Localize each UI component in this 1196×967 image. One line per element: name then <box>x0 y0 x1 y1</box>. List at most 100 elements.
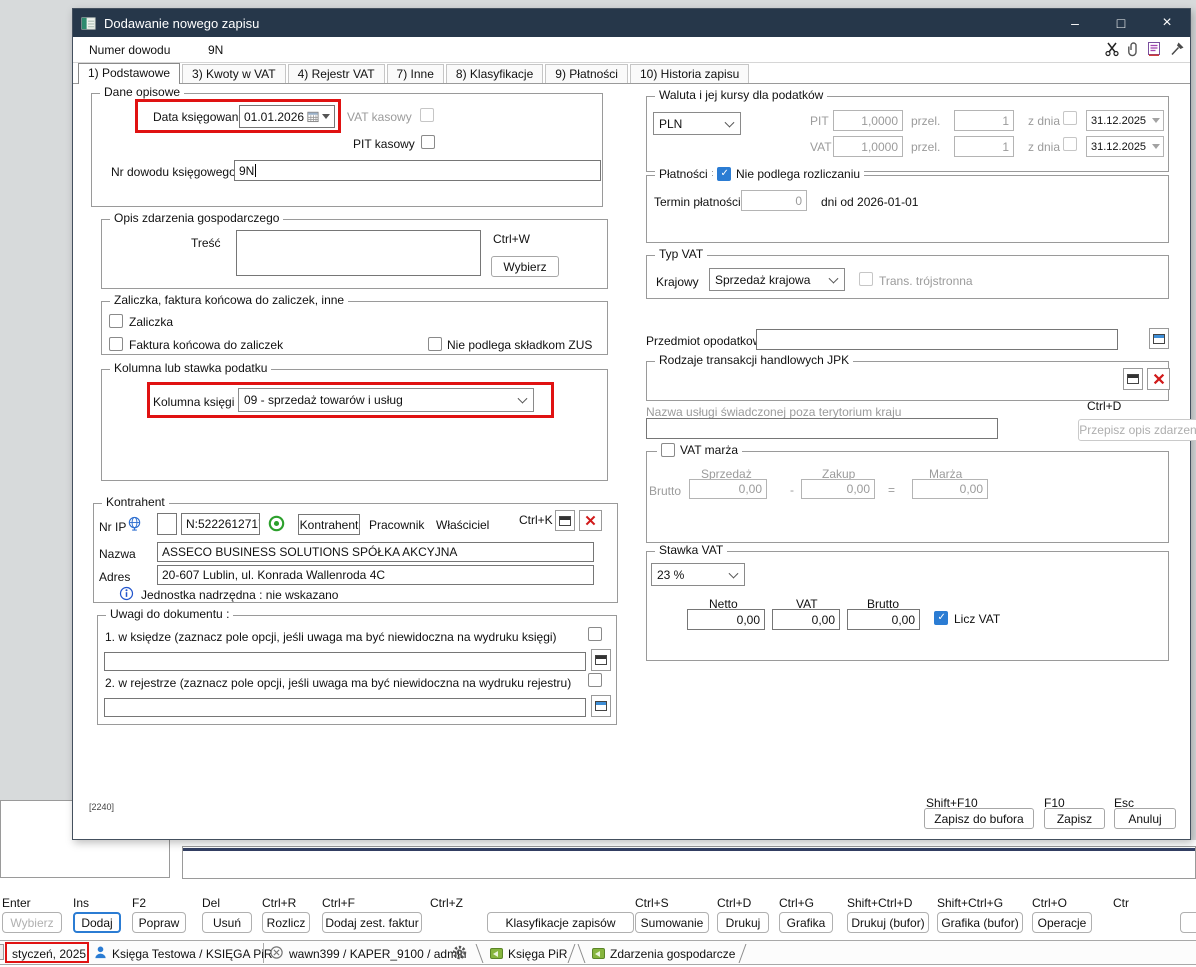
paperclip-icon[interactable] <box>1126 41 1144 59</box>
vat-marza-checkbox[interactable] <box>661 443 675 457</box>
termin-platnosci-input: 0 <box>741 190 807 211</box>
uwaga-rejestr-checkbox[interactable] <box>588 673 602 687</box>
typ-vat-select[interactable]: Sprzedaż krajowa <box>709 268 845 291</box>
red-x-icon <box>584 514 597 527</box>
uwaga-ksiega-input[interactable] <box>104 652 586 671</box>
user-indicator[interactable]: wawn399 / KAPER_9100 / admin <box>289 947 466 961</box>
adres-input[interactable]: 20-607 Lublin, ul. Konrada Wallenroda 4C <box>157 565 594 585</box>
vat-date-value: 31.12.2025 <box>1091 141 1146 153</box>
operacje-button[interactable]: Operacje <box>1032 912 1092 933</box>
przedmiot-lookup-button[interactable] <box>1149 328 1169 349</box>
tab-rejestr-vat[interactable]: 4) Rejestr VAT <box>288 64 385 83</box>
dodaj-zest-faktur-button[interactable]: Dodaj zest. faktur <box>322 912 422 933</box>
close-button[interactable]: × <box>1144 9 1190 37</box>
zaliczka-checkbox[interactable] <box>109 314 123 328</box>
dialog-dodawanie-zapisu: Dodawanie nowego zapisu – □ × Numer dowo… <box>72 8 1191 840</box>
usun-button[interactable]: Usuń <box>202 912 252 933</box>
period-indicator[interactable]: styczeń, 2025 <box>12 947 86 961</box>
tab-historia-zapisu[interactable]: 10) Historia zapisu <box>630 64 749 83</box>
group-title: Opis zdarzenia gospodarczego <box>110 211 283 225</box>
waluta-select[interactable]: PLN <box>653 112 741 135</box>
tab-inne[interactable]: 7) Inne <box>387 64 444 83</box>
company-indicator[interactable]: Księga Testowa / KSIĘGA PiR <box>112 947 273 961</box>
rozlicz-button[interactable]: Rozlicz <box>262 912 310 933</box>
nazwa-uslugi-input[interactable] <box>646 418 998 439</box>
notes-icon[interactable] <box>1146 41 1164 59</box>
kontrahent-clear-button[interactable] <box>579 510 602 531</box>
przedmiot-input[interactable] <box>756 329 1118 350</box>
nie-podlega-checkbox[interactable] <box>717 167 731 181</box>
uwaga-ksiega-lookup-button[interactable] <box>591 649 611 671</box>
anuluj-button[interactable]: Anuluj <box>1114 808 1176 829</box>
status-tab-ksiega-pir[interactable]: Księga PiR <box>508 947 567 961</box>
pit-date-checkbox <box>1063 111 1077 125</box>
tab-klasyfikacje[interactable]: 8) Klasyfikacje <box>446 64 543 83</box>
doc-icon <box>0 944 4 960</box>
dropdown-arrow-icon[interactable] <box>322 114 330 119</box>
z-dnia-label: z dnia <box>1028 140 1060 154</box>
zapisz-button[interactable]: Zapisz <box>1044 808 1105 829</box>
nazwa-value: ASSECO BUSINESS SOLUTIONS SPÓŁKA AKCYJNA <box>162 545 457 559</box>
tresc-textarea[interactable] <box>236 230 481 276</box>
marza-marza-input: 0,00 <box>912 479 988 499</box>
jpk-clear-button[interactable] <box>1147 368 1170 390</box>
drukuj-button[interactable]: Drukuj <box>717 912 769 933</box>
wlasciciel-toggle[interactable]: Właściciel <box>436 518 489 532</box>
window-icon <box>559 516 571 526</box>
screen: Dodawanie nowego zapisu – □ × Numer dowo… <box>0 0 1196 967</box>
group-title: Zaliczka, faktura końcowa do zaliczek, i… <box>110 293 348 307</box>
klasyfikacje-zapisow-button[interactable]: Klasyfikacje zapisów <box>487 912 634 933</box>
przepisz-opis-button: Przepisz opis zdarzenia gosp. <box>1078 419 1196 441</box>
nie-podlega-zus-checkbox[interactable] <box>428 337 442 351</box>
grafika-button[interactable]: Grafika <box>779 912 833 933</box>
dodaj-button[interactable]: Dodaj <box>73 912 121 933</box>
nr-dowodu-input[interactable]: 9N <box>234 160 601 181</box>
pin-icon[interactable] <box>1169 41 1187 59</box>
jpk-lookup-button[interactable] <box>1123 368 1143 390</box>
tab-podstawowe[interactable]: 1) Podstawowe <box>78 63 180 84</box>
kontrahent-lookup-button[interactable] <box>555 510 575 531</box>
vat-mult-input: 1 <box>954 136 1014 157</box>
tab-divider <box>739 944 747 963</box>
gear-icon[interactable] <box>451 944 468 964</box>
uwaga-rejestr-input[interactable] <box>104 698 586 717</box>
maximize-button[interactable]: □ <box>1098 9 1144 37</box>
ctrl-w-shortcut: Ctrl+W <box>493 232 530 246</box>
partial-button[interactable] <box>1180 912 1196 933</box>
chevron-down-icon <box>729 568 739 578</box>
kolumna-ksiegi-select[interactable]: 09 - sprzedaż towarów i usług <box>238 388 534 412</box>
tab-platnosci[interactable]: 9) Płatności <box>545 64 628 83</box>
pit-rate-input: 1,0000 <box>833 110 903 131</box>
data-ksiegowania-field[interactable]: 01.01.2026 <box>239 105 335 128</box>
sumowanie-button[interactable]: Sumowanie <box>635 912 709 933</box>
grafika-bufor-button[interactable]: Grafika (bufor) <box>937 912 1023 933</box>
nr-ip-label: Nr IP <box>99 520 126 534</box>
licz-vat-checkbox[interactable] <box>934 611 948 625</box>
nip-input[interactable]: N:5222612717 <box>181 513 260 535</box>
cut-icon[interactable] <box>1104 41 1122 59</box>
chevron-down-icon <box>518 394 528 404</box>
faktura-koncowa-checkbox[interactable] <box>109 337 123 351</box>
minimize-button[interactable]: – <box>1052 9 1098 37</box>
zapisz-do-bufora-button[interactable]: Zapisz do bufora <box>924 808 1034 829</box>
pracownik-toggle[interactable]: Pracownik <box>369 518 424 532</box>
vat-input[interactable]: 0,00 <box>772 609 840 630</box>
uwaga-ksiega-checkbox[interactable] <box>588 627 602 641</box>
vat-kasowy-label: VAT kasowy <box>347 110 412 124</box>
nr-ip-prefix-input[interactable] <box>157 513 177 535</box>
drukuj-bufor-button[interactable]: Drukuj (bufor) <box>847 912 929 933</box>
uwaga-rejestr-lookup-button[interactable] <box>591 695 611 717</box>
tab-kwoty-w-vat[interactable]: 3) Kwoty w VAT <box>182 64 286 83</box>
status-tab-zdarzenia[interactable]: Zdarzenia gospodarcze <box>610 947 735 961</box>
vat-label: VAT <box>810 140 832 154</box>
netto-input[interactable]: 0,00 <box>687 609 765 630</box>
brutto-input[interactable]: 0,00 <box>847 609 920 630</box>
group-title: Płatności <box>655 167 712 181</box>
globe-icon[interactable] <box>127 516 142 534</box>
pit-kasowy-checkbox[interactable] <box>421 135 435 149</box>
wybierz-tresc-button[interactable]: Wybierz <box>491 256 559 277</box>
nazwa-input[interactable]: ASSECO BUSINESS SOLUTIONS SPÓŁKA AKCYJNA <box>157 542 594 562</box>
popraw-button[interactable]: Popraw <box>132 912 186 933</box>
stawka-vat-select[interactable]: 23 % <box>651 563 745 586</box>
kontrahent-toggle[interactable]: Kontrahent <box>298 514 360 535</box>
